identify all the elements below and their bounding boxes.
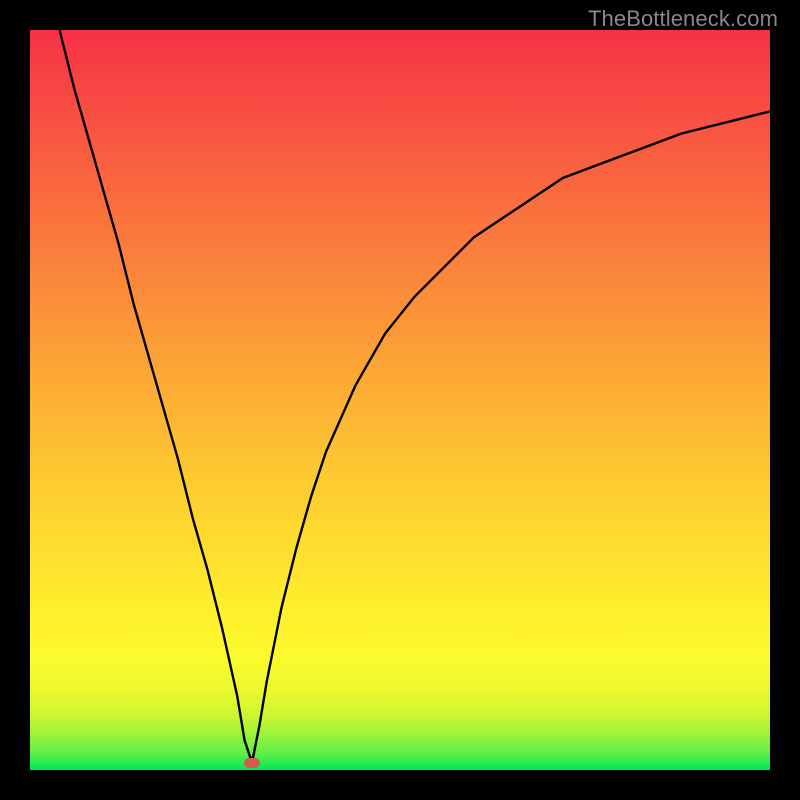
watermark-text: TheBottleneck.com [588, 6, 778, 32]
curve-path [60, 30, 770, 763]
plot-area [30, 30, 770, 770]
bottleneck-curve [30, 30, 770, 770]
chart-frame: TheBottleneck.com [0, 0, 800, 800]
minimum-marker [244, 758, 260, 768]
